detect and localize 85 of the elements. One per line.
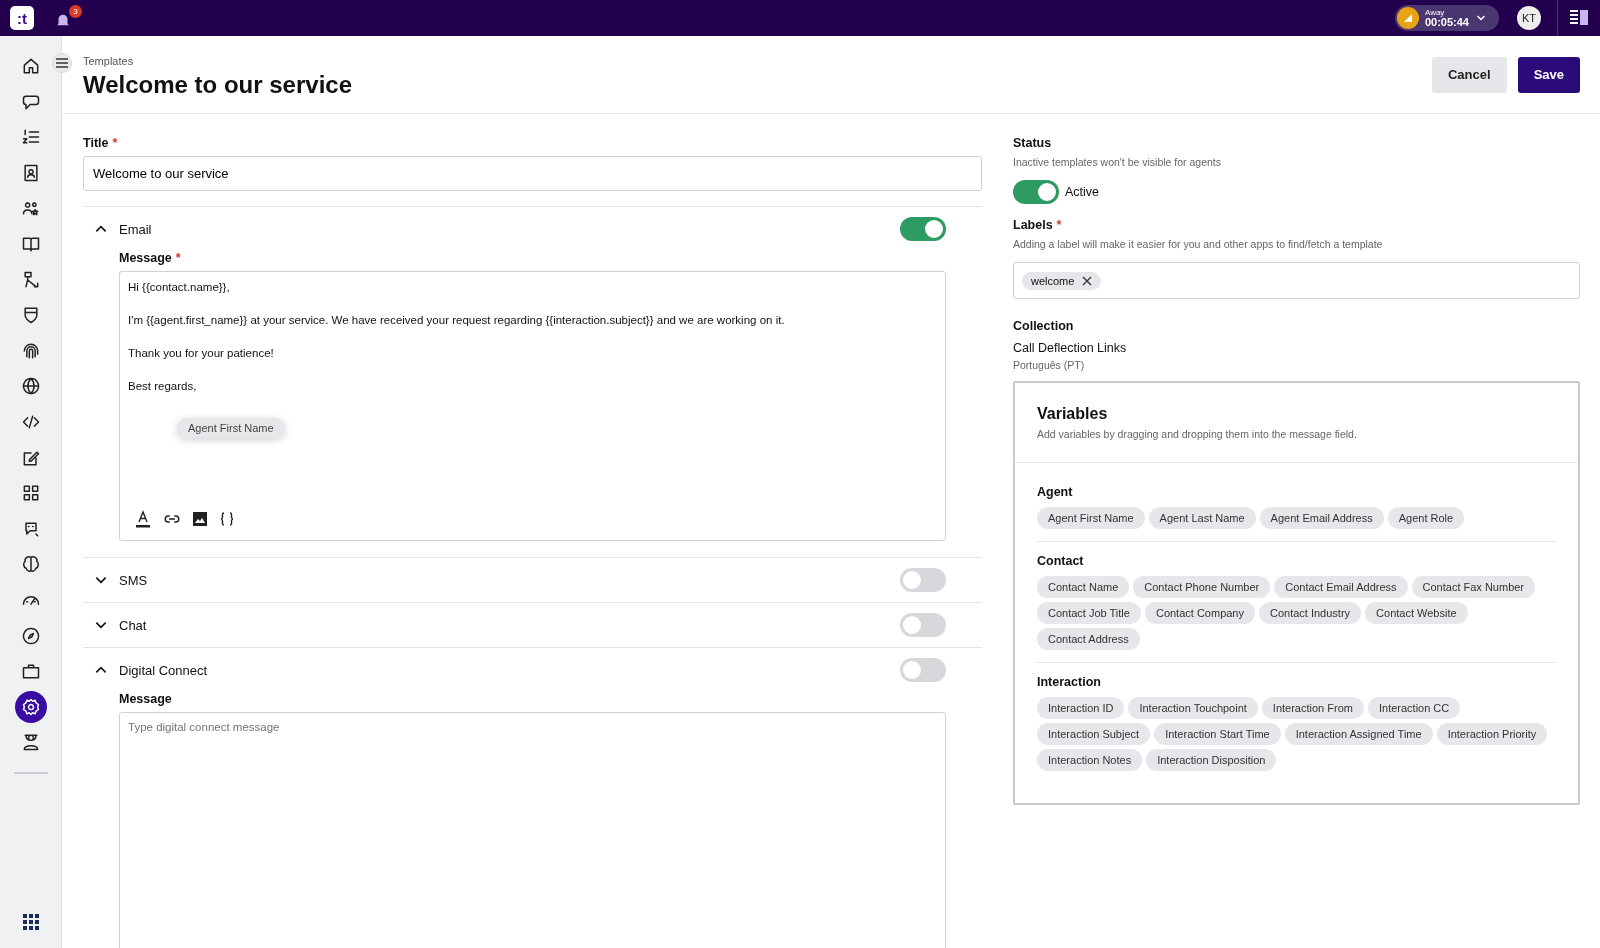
message-line: Best regards, (128, 379, 198, 393)
channel-toggle[interactable] (900, 217, 946, 241)
required-mark: * (1056, 218, 1062, 232)
group-title: Interaction (1037, 675, 1102, 689)
status-toggle[interactable] (1013, 180, 1059, 204)
status-value: Active (1065, 185, 1100, 199)
variable-chip[interactable]: Contact Fax Number (1411, 576, 1536, 598)
variable-chip[interactable]: Agent Email Address (1259, 507, 1384, 529)
variable-chip[interactable]: Contact Company (1144, 602, 1255, 624)
page-title: Welcome to our service (83, 70, 352, 99)
dragged-variable-chip[interactable]: Agent First Name (177, 418, 285, 438)
save-button[interactable]: Save (1517, 56, 1580, 93)
variable-chip[interactable]: Interaction ID (1037, 697, 1125, 719)
required-mark: * (175, 251, 181, 265)
close-icon[interactable] (1082, 275, 1093, 286)
channel-name: Chat (119, 617, 148, 633)
user-avatar[interactable]: KT (1517, 6, 1541, 30)
variable-chip[interactable]: Contact Website (1365, 602, 1468, 624)
sidebar-item[interactable] (14, 690, 47, 723)
field-label: Message (119, 692, 172, 706)
channel-toggle[interactable] (900, 568, 946, 592)
variable-chip[interactable]: Interaction Assigned Time (1284, 723, 1433, 745)
status-label: Away (1424, 8, 1445, 17)
notification-badge: 3 (69, 5, 82, 18)
field-label: Collection (1013, 319, 1074, 333)
variable-chip[interactable]: Contact Job Title (1037, 602, 1141, 624)
variable-chip[interactable]: Contact Email Address (1274, 576, 1408, 598)
labels-input[interactable]: welcome (1013, 262, 1580, 299)
group-title: Contact (1037, 554, 1085, 568)
image-icon[interactable] (192, 511, 208, 527)
channel-name: Digital Connect (119, 662, 209, 678)
apps-grid-icon[interactable] (22, 914, 39, 930)
brain-icon (20, 554, 41, 575)
message-line: I'm {{agent.first_name}} at your service. We have received your request regarding {{interaction.subject}} and we are working on it. (128, 313, 786, 327)
variable-chip[interactable]: Contact Phone Number (1133, 576, 1271, 598)
variable-chip[interactable]: Agent First Name (1037, 507, 1145, 529)
tag-text: welcome (1031, 274, 1075, 287)
variable-chip[interactable]: Interaction Disposition (1146, 749, 1277, 771)
field-label: Status (1013, 136, 1052, 150)
variable-chip[interactable]: Agent Role (1387, 507, 1465, 529)
variable-chip[interactable]: Contact Name (1037, 576, 1130, 598)
compass-icon (20, 625, 41, 646)
message-input[interactable]: Type digital connect message (119, 712, 946, 948)
variable-chip[interactable]: Interaction Touchpoint (1128, 697, 1258, 719)
group-title: Agent (1037, 485, 1074, 499)
variable-chip[interactable]: Interaction Start Time (1154, 723, 1281, 745)
channel-toggle[interactable] (900, 658, 946, 682)
variable-chip[interactable]: Contact Address (1037, 628, 1140, 650)
channel-name: SMS (119, 572, 149, 588)
variable-chip[interactable]: Contact Industry (1259, 602, 1362, 624)
field-hint: Inactive templates won't be visible for agents (1013, 156, 1223, 168)
away-status-icon (1396, 7, 1419, 29)
panel-hint: Add variables by dragging and dropping them into the message field. (1037, 428, 1358, 440)
notifications-button[interactable]: 3 (54, 5, 82, 31)
field-hint: Adding a label will make it easier for you and other apps to find/fetch a template (1013, 238, 1384, 250)
channel-name: Email (119, 221, 153, 237)
variable-chip[interactable]: Interaction Subject (1037, 723, 1151, 745)
variable-chip[interactable]: Interaction From (1261, 697, 1364, 719)
field-label: Labels (1013, 218, 1053, 232)
channel-toggle[interactable] (900, 613, 946, 637)
app-logo[interactable]: :t (10, 6, 34, 30)
variable-chip[interactable]: Agent Last Name (1148, 507, 1256, 529)
settings-icon (20, 696, 41, 717)
field-label: Title (83, 136, 109, 150)
breadcrumb[interactable]: Templates (83, 54, 352, 67)
collection-name: Call Deflection Links (1013, 341, 1128, 355)
globe-icon (20, 376, 41, 397)
panel-title: Variables (1037, 405, 1109, 423)
message-line: Hi {{contact.name}}, (128, 280, 231, 294)
menu-icon (56, 58, 68, 68)
variable-chip[interactable]: Interaction Priority (1436, 723, 1548, 745)
message-line: Thank you for your patience! (128, 346, 275, 360)
variable-chip[interactable]: Interaction Notes (1037, 749, 1143, 771)
collection-language: Português (PT) (1013, 359, 1086, 371)
text-color-icon[interactable] (134, 510, 152, 528)
variable-chip[interactable]: Interaction CC (1367, 697, 1461, 719)
status-selector[interactable]: Away 00:05:44 (1394, 5, 1499, 31)
title-input[interactable]: Welcome to our service (83, 156, 982, 191)
required-mark: * (112, 136, 118, 150)
panel-toggle-icon[interactable] (1570, 10, 1588, 26)
menu-button[interactable] (52, 53, 72, 73)
field-label: Message (119, 251, 172, 265)
status-timer: 00:05:44 (1424, 16, 1469, 28)
cancel-button[interactable]: Cancel (1432, 56, 1507, 93)
variables-braces-icon[interactable] (219, 511, 235, 527)
